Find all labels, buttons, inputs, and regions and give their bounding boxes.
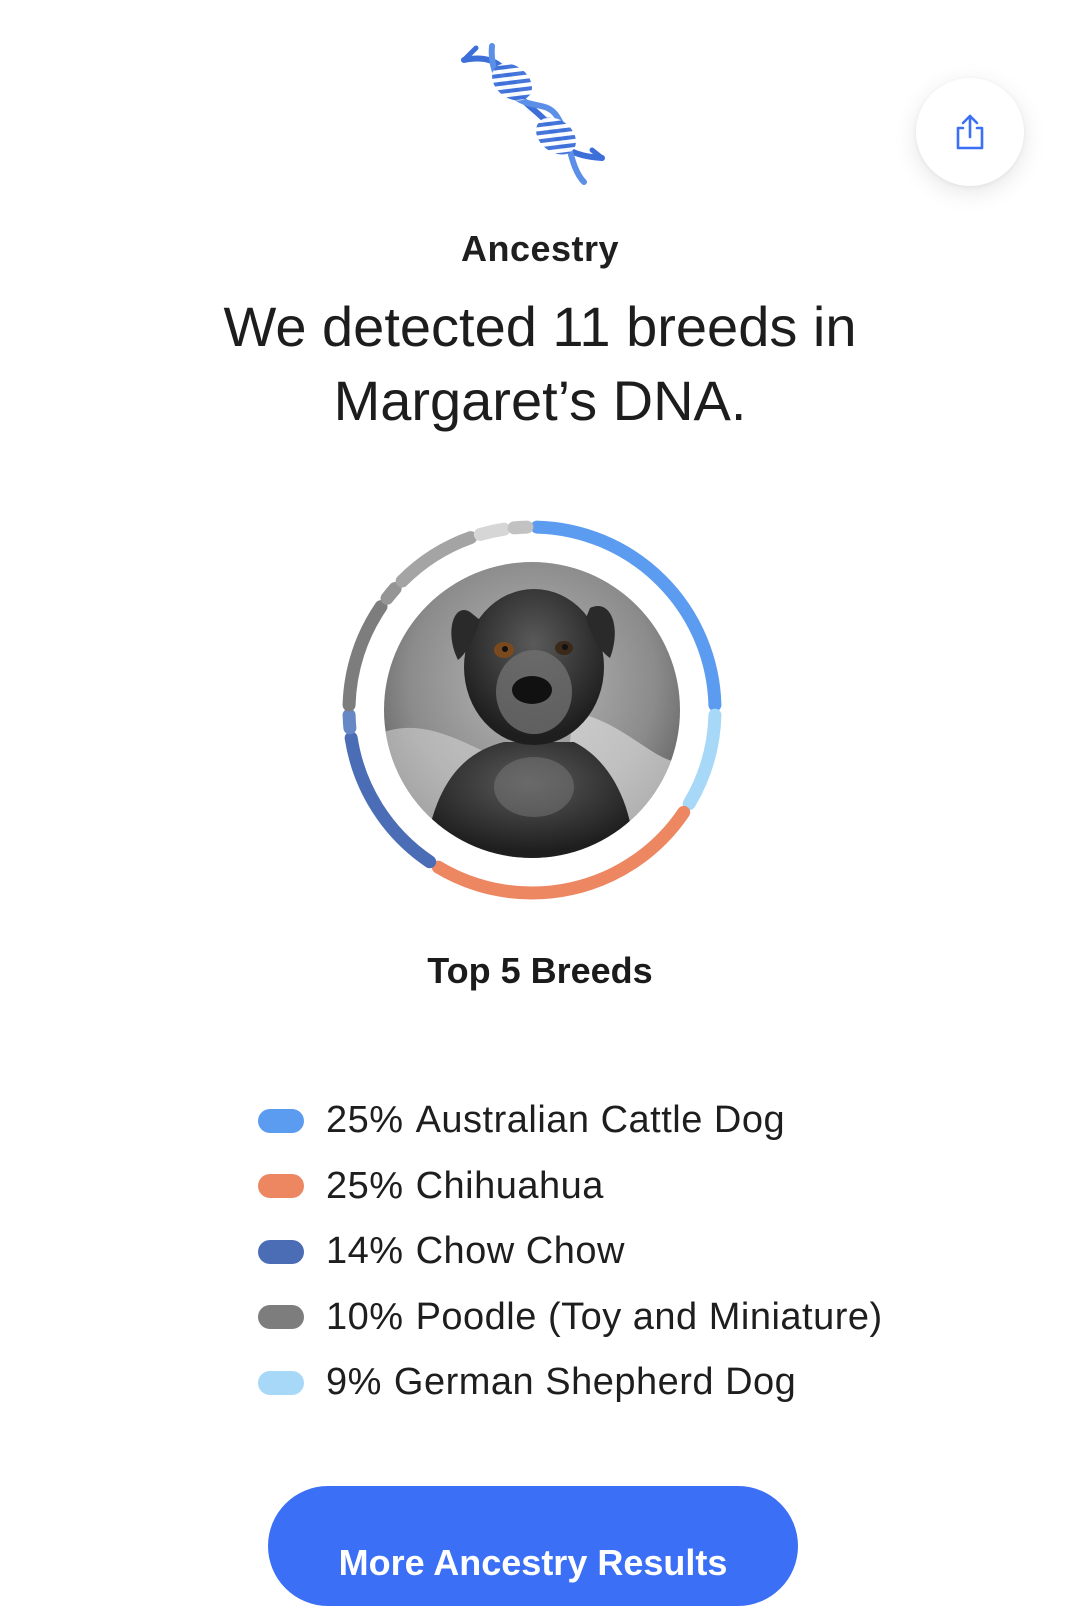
breed-list-item: 25% Chihuahua	[258, 1154, 998, 1220]
page-title: We detected 11 breeds in Margaret’s DNA.	[223, 295, 857, 432]
breed-percent: 25%	[326, 1164, 404, 1207]
breed-percent: 9%	[326, 1361, 382, 1404]
breed-list-item: 9% German Shepherd Dog	[258, 1350, 998, 1416]
ring-segment-1	[682, 708, 722, 811]
breed-list-item: 10% Poodle (Toy and Miniature)	[258, 1285, 998, 1351]
breed-list-item: 14% Chow Chow	[258, 1219, 998, 1285]
ring-segment-9	[507, 520, 534, 535]
breed-name: Chow Chow	[415, 1230, 625, 1273]
breed-color-swatch	[258, 1108, 304, 1133]
share-button[interactable]	[916, 78, 1024, 186]
breed-percent: 10%	[326, 1295, 404, 1338]
breed-color-swatch	[258, 1370, 304, 1395]
more-ancestry-results-button[interactable]: More Ancestry Results	[268, 1486, 798, 1606]
breed-color-swatch	[258, 1305, 304, 1330]
breed-name: Poodle (Toy and Miniature)	[415, 1295, 883, 1338]
breed-name: Australian Cattle Dog	[415, 1099, 786, 1142]
section-eyebrow: Ancestry	[460, 228, 620, 269]
breed-name: Chihuahua	[415, 1164, 604, 1207]
breed-percent: 14%	[326, 1230, 404, 1273]
ring-segment-4	[342, 708, 357, 735]
dna-helix-icon	[452, 38, 612, 190]
breed-list-item: 25% Australian Cattle Dog	[258, 1088, 998, 1154]
ring-segment-5	[342, 600, 388, 712]
breed-color-swatch	[258, 1174, 304, 1199]
breed-ring-chart	[330, 508, 734, 912]
ring-segment-8	[473, 522, 511, 541]
cta-label: More Ancestry Results	[338, 1542, 728, 1583]
share-icon	[956, 114, 984, 150]
ring-segment-6	[380, 582, 402, 605]
breed-percent: 25%	[326, 1099, 404, 1142]
breed-name: German Shepherd Dog	[393, 1361, 797, 1404]
top-breeds-list: 25% Australian Cattle Dog 25% Chihuahua 14…	[258, 1088, 998, 1416]
dog-photo	[384, 562, 680, 858]
ring-segment-7	[395, 531, 478, 588]
top-breeds-title: Top 5 Breeds	[427, 950, 653, 991]
breed-color-swatch	[258, 1239, 304, 1264]
